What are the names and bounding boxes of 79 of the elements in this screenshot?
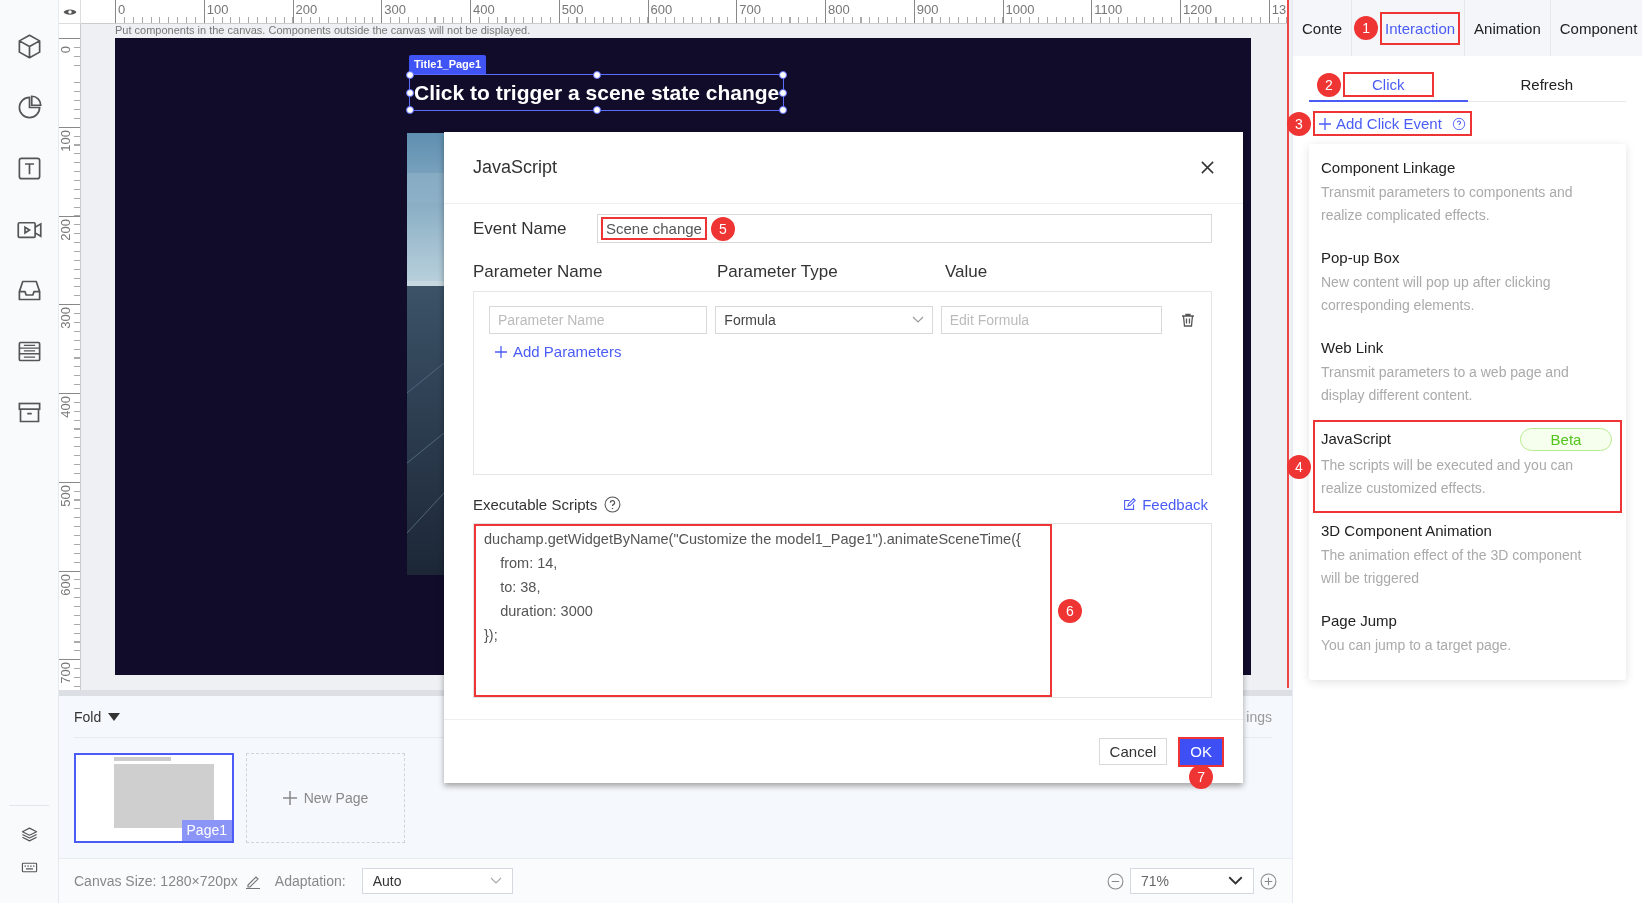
column-header: Parameter Type: [717, 262, 839, 282]
ruler-label: 300: [383, 2, 406, 17]
event-type-title: Component Linkage: [1321, 158, 1456, 176]
event-type-title: Pop-up Box: [1321, 248, 1400, 266]
add-click-event-button[interactable]: Add Click Event: [1313, 111, 1472, 136]
ruler-label: 900: [915, 2, 939, 17]
ruler-label: 500: [59, 483, 73, 507]
dialog-title: JavaScript: [473, 157, 558, 178]
canvas-hint: Put components in the canvas. Components outside the canvas will not be displayed.: [115, 24, 532, 38]
callout-badge: 5: [710, 216, 735, 241]
ruler-label: 200: [294, 2, 318, 17]
callout-badge: 1: [1354, 16, 1379, 40]
zoom-select[interactable]: 71%: [1130, 868, 1254, 894]
ruler-label: 13: [1270, 2, 1287, 17]
feedback-link[interactable]: Feedback: [1123, 495, 1208, 513]
page-name: Page1: [181, 820, 232, 841]
component-tag: Title1_Page1: [409, 55, 487, 74]
adaptation-label: Adaptation:: [274, 873, 346, 889]
callout-badge: 4: [1287, 454, 1311, 479]
parameter-type-select[interactable]: Formula: [715, 306, 933, 334]
fold-toggle[interactable]: Fold: [74, 708, 121, 725]
script-editor[interactable]: duchamp.getWidgetByName("Customize the model1_Page1").animateSceneTime({ from: 14, to: 38, duration: 3000 }); 6: [473, 523, 1212, 698]
scripts-label: Executable Scripts: [473, 495, 598, 513]
event-type-description: The scripts will be executed and you can realize customized effects.: [1321, 456, 1575, 498]
canvas-size-label: Canvas Size: 1280×720px: [74, 873, 238, 889]
ruler-label: 500: [560, 2, 584, 17]
ok-button[interactable]: OK: [1178, 736, 1224, 767]
event-type-title: JavaScript: [1321, 430, 1392, 447]
callout-badge: 6: [1058, 598, 1082, 623]
script-code: duchamp.getWidgetByName("Customize the model1_Page1").animateSceneTime({ from: 14, to: 38, duration: 3000 });: [474, 524, 1052, 697]
ruler-label: 800: [827, 2, 850, 17]
formula-field[interactable]: Edit Formula: [940, 306, 1163, 334]
event-type-item[interactable]: Web Link Transmit parameters to a web page and display different content.: [1313, 330, 1622, 420]
beta-badge: Beta: [1520, 428, 1612, 451]
column-header: Value: [945, 262, 988, 282]
event-name-field[interactable]: Scene change 5: [597, 214, 1212, 243]
tab[interactable]: Conte: [1297, 11, 1348, 45]
event-type-description: Transmit parameters to a web page and display different content.: [1321, 363, 1570, 405]
event-type-description: The animation effect of the 3D component will be triggered: [1321, 546, 1583, 588]
ruler-label: 700: [59, 661, 73, 684]
ruler-label: 600: [59, 572, 73, 596]
ruler-label: 300: [59, 306, 73, 329]
ruler-label: 0: [117, 2, 126, 17]
tab[interactable]: Component: [1554, 11, 1642, 45]
sub-tab[interactable]: Click: [1343, 72, 1434, 97]
ruler-label: 0: [59, 44, 73, 53]
event-type-item[interactable]: JavaScript Beta The scripts will be executed and you can realize customized effects.: [1313, 420, 1622, 513]
event-type-title: Web Link: [1321, 338, 1384, 356]
event-type-item[interactable]: Page Jump You can jump to a target page.: [1313, 603, 1622, 670]
adaptation-select[interactable]: Auto: [361, 868, 513, 894]
event-name-label: Event Name: [473, 218, 568, 239]
tab[interactable]: Animation: [1469, 11, 1546, 45]
ruler-label: 100: [59, 128, 73, 152]
ruler-label: 1100: [1093, 2, 1123, 17]
sub-tab[interactable]: Refresh: [1491, 72, 1602, 97]
ruler-label: 100: [205, 2, 229, 17]
cancel-button[interactable]: Cancel: [1098, 738, 1168, 765]
event-type-title: Page Jump: [1321, 611, 1397, 629]
ruler-label: 700: [738, 2, 761, 17]
tab[interactable]: Interaction: [1380, 11, 1461, 45]
event-type-item[interactable]: Pop-up Box New content will pop up after clicking corresponding elements.: [1313, 240, 1622, 330]
ruler-label: 200: [59, 217, 73, 241]
event-type-item[interactable]: Component Linkage Transmit parameters to components and realize complicated effects.: [1313, 150, 1622, 240]
event-type-item[interactable]: 3D Component Animation The animation effect of the 3D component will be triggered: [1313, 513, 1622, 603]
parameter-name-field[interactable]: Parameter Name: [489, 306, 708, 334]
event-type-description: New content will pop up after clicking corresponding elements.: [1321, 273, 1552, 315]
column-header: Parameter Name: [473, 262, 604, 282]
ruler-label: 400: [59, 395, 73, 418]
event-type-description: You can jump to a target page.: [1321, 636, 1513, 655]
ruler-label: 400: [472, 2, 495, 17]
ruler-label: 600: [649, 2, 673, 17]
callout-badge: 3: [1287, 111, 1311, 136]
ruler-label: 1200: [1182, 2, 1212, 17]
title-component[interactable]: Click to trigger a scene state change: [409, 74, 785, 111]
add-parameters-button[interactable]: Add Parameters: [489, 343, 622, 360]
ruler-label: 1000: [1004, 2, 1035, 17]
event-type-description: Transmit parameters to components and realize complicated effects.: [1321, 183, 1574, 225]
callout-badge: 2: [1317, 72, 1341, 97]
event-type-title: 3D Component Animation: [1321, 521, 1492, 539]
